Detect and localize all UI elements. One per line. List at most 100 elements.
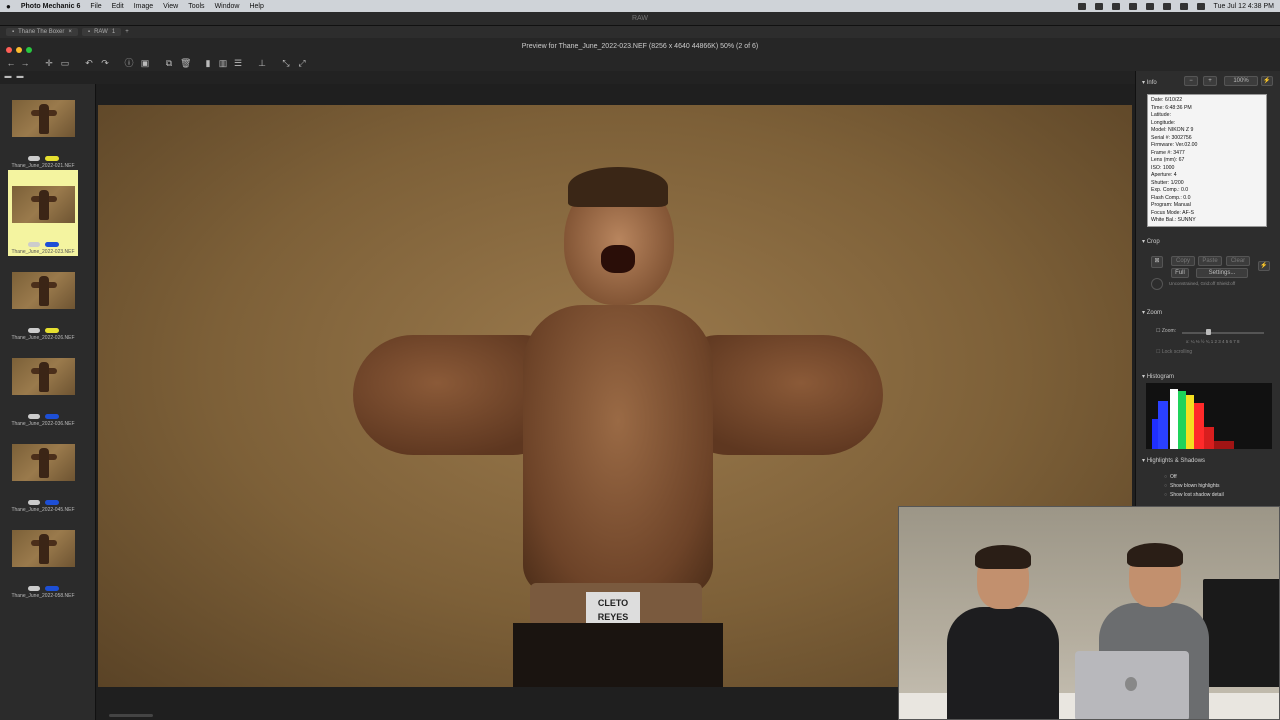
menu-help[interactable]: Help xyxy=(249,3,263,10)
zoom-window-button[interactable] xyxy=(26,47,32,53)
zoom-slider[interactable] xyxy=(1182,332,1264,334)
zoom-percent-select[interactable]: 100% xyxy=(1224,76,1258,86)
color-class-blue[interactable] xyxy=(45,500,59,505)
lock-scrolling-checkbox[interactable]: ☐ Lock scrolling xyxy=(1156,349,1192,355)
metadata-info-box[interactable]: Date: 6/10/22 Time: 6:48:36 PM Latitude:… xyxy=(1147,94,1267,227)
ruler-icon[interactable]: ▭ xyxy=(60,58,70,68)
add-tab-icon[interactable]: + xyxy=(125,29,129,35)
menubar-clock[interactable]: Tue Jul 12 4:38 PM xyxy=(1214,3,1274,10)
fullscreen-icon[interactable]: ⤢ xyxy=(297,58,307,68)
search-icon[interactable] xyxy=(1179,2,1188,10)
info-options-icon[interactable]: ⚡ xyxy=(1261,76,1273,86)
menu-file[interactable]: File xyxy=(90,3,101,10)
tab-count-badge: 1 xyxy=(111,29,116,35)
color-class-blue[interactable] xyxy=(45,586,59,591)
radio-show-lost-shadow[interactable]: Show lost shadow detail xyxy=(1164,492,1224,498)
thumbnail-filename: Thane_June_2022-045.NEF xyxy=(11,507,75,513)
tag-toggle[interactable] xyxy=(28,242,40,247)
fit-icon[interactable]: ⤡ xyxy=(281,58,291,68)
color-class-blue[interactable] xyxy=(45,242,59,247)
moon-icon[interactable] xyxy=(1111,2,1120,10)
menu-tools[interactable]: Tools xyxy=(188,3,204,10)
tag-toggle[interactable] xyxy=(28,414,40,419)
info-icon[interactable]: ⓘ xyxy=(124,58,134,68)
crop-options-icon[interactable]: ⚡ xyxy=(1258,261,1270,271)
radio-show-blown-highlights[interactable]: Show blown highlights xyxy=(1164,483,1219,489)
thumbnail-image xyxy=(12,530,75,567)
info-section-header[interactable]: ▾ Info xyxy=(1142,79,1157,86)
crop-settings-button[interactable]: Settings... xyxy=(1196,268,1248,278)
screen-record-icon[interactable] xyxy=(1077,2,1086,10)
crop-paste-button[interactable]: Paste xyxy=(1198,256,1222,266)
zoom-section-header[interactable]: ▾ Zoom xyxy=(1142,309,1162,316)
tag-toggle[interactable] xyxy=(28,156,40,161)
menu-image[interactable]: Image xyxy=(134,3,153,10)
zoom-slider-thumb[interactable] xyxy=(1206,329,1211,335)
tag-toggle[interactable] xyxy=(28,586,40,591)
menu-window[interactable]: Window xyxy=(215,3,240,10)
control-center-icon[interactable] xyxy=(1196,2,1205,10)
back-arrow-icon[interactable]: ← xyxy=(6,58,16,68)
horizontal-scrollbar[interactable] xyxy=(109,714,153,717)
minimize-window-button[interactable] xyxy=(16,47,22,53)
menu-edit[interactable]: Edit xyxy=(112,3,124,10)
zoom-out-button[interactable]: − xyxy=(1184,76,1198,86)
radio-off[interactable]: Off xyxy=(1164,474,1177,480)
single-view-icon[interactable]: ▮ xyxy=(203,58,213,68)
close-icon[interactable]: × xyxy=(68,29,72,35)
crop-full-button[interactable]: Full xyxy=(1171,268,1189,278)
crop-tool-icon[interactable]: ✛ xyxy=(44,58,54,68)
list-view-icon[interactable]: ☰ xyxy=(233,58,243,68)
tab-thane-the-boxer[interactable]: ▪ Thane The Boxer × xyxy=(6,28,78,36)
app-menu[interactable]: Photo Mechanic 6 xyxy=(21,3,81,10)
apple-logo-icon xyxy=(1125,677,1137,691)
meta-focus-mode: Focus Mode: AF-S xyxy=(1151,209,1194,216)
compare-view-icon[interactable]: ▥ xyxy=(218,58,228,68)
copy-icon[interactable]: ⧉ xyxy=(164,58,174,68)
close-window-button[interactable] xyxy=(6,47,12,53)
color-class-blue[interactable] xyxy=(45,414,59,419)
rotate-right-icon[interactable]: ↷ xyxy=(100,58,110,68)
apple-menu-icon[interactable]: ● xyxy=(6,2,11,11)
meta-latitude: Latitude: xyxy=(1151,112,1171,118)
filmstrip-toggle-icon[interactable]: ▬ xyxy=(3,72,13,82)
thumbnail-036[interactable]: Thane_June_2022-036.NEF xyxy=(8,342,78,428)
zoom-scale-labels: x: ¼ ⅓ ½ ¾ 1 2 3 4 5 6 7 8 xyxy=(1186,339,1240,344)
menu-view[interactable]: View xyxy=(163,3,178,10)
tag-toggle[interactable] xyxy=(28,328,40,333)
status-area: Tue Jul 12 4:38 PM xyxy=(1077,2,1274,10)
edit-image-icon[interactable]: ▣ xyxy=(140,58,150,68)
thumbnail-058[interactable]: Thane_June_2022-058.NEF xyxy=(8,514,78,600)
crop-section-header[interactable]: ▾ Crop xyxy=(1142,238,1160,245)
battery-icon[interactable] xyxy=(1145,2,1154,10)
zoom-in-button[interactable]: + xyxy=(1203,76,1217,86)
grid-toggle-icon[interactable]: ▬ xyxy=(15,72,25,82)
thumbnail-045[interactable]: Thane_June_2022-045.NEF xyxy=(8,428,78,514)
meta-flash-comp: Flash Comp.: 0.0 xyxy=(1151,194,1191,201)
sort-icon[interactable]: ⊥ xyxy=(257,58,267,68)
zoom-checkbox[interactable]: ☐ Zoom: xyxy=(1156,328,1176,334)
tab-raw[interactable]: ▪ RAW 1 xyxy=(81,28,122,36)
color-class-yellow[interactable] xyxy=(45,328,59,333)
rotate-left-icon[interactable]: ↶ xyxy=(84,58,94,68)
crop-icon[interactable]: ⊠ xyxy=(1151,256,1163,268)
color-class-yellow[interactable] xyxy=(45,156,59,161)
forward-arrow-icon[interactable]: → xyxy=(20,58,30,68)
meta-lens: Lens (mm): 67 xyxy=(1151,157,1185,163)
dropbox-icon[interactable] xyxy=(1094,2,1103,10)
hist-white-peak xyxy=(1170,389,1178,449)
bluetooth-icon[interactable] xyxy=(1128,2,1137,10)
meta-time: Time: 6:48:36 PM xyxy=(1151,104,1192,111)
tag-toggle[interactable] xyxy=(28,500,40,505)
thumbnail-023[interactable]: Thane_June_2022-023.NEF xyxy=(8,170,78,256)
thumbnail-026[interactable]: Thane_June_2022-026.NEF xyxy=(8,256,78,342)
straighten-icon[interactable] xyxy=(1151,278,1163,290)
highlights-section-header[interactable]: ▾ Highlights & Shadows xyxy=(1142,457,1205,464)
trash-icon[interactable]: 🗑 xyxy=(180,58,191,68)
crop-clear-button[interactable]: Clear xyxy=(1226,256,1250,266)
wifi-icon[interactable] xyxy=(1162,2,1171,10)
filmstrip[interactable]: Thane_June_2022-021.NEF Thane_June_2022-… xyxy=(0,84,96,720)
crop-copy-button[interactable]: Copy xyxy=(1171,256,1195,266)
histogram-section-header[interactable]: ▾ Histogram xyxy=(1142,373,1174,380)
thumbnail-021[interactable]: Thane_June_2022-021.NEF xyxy=(8,84,78,170)
